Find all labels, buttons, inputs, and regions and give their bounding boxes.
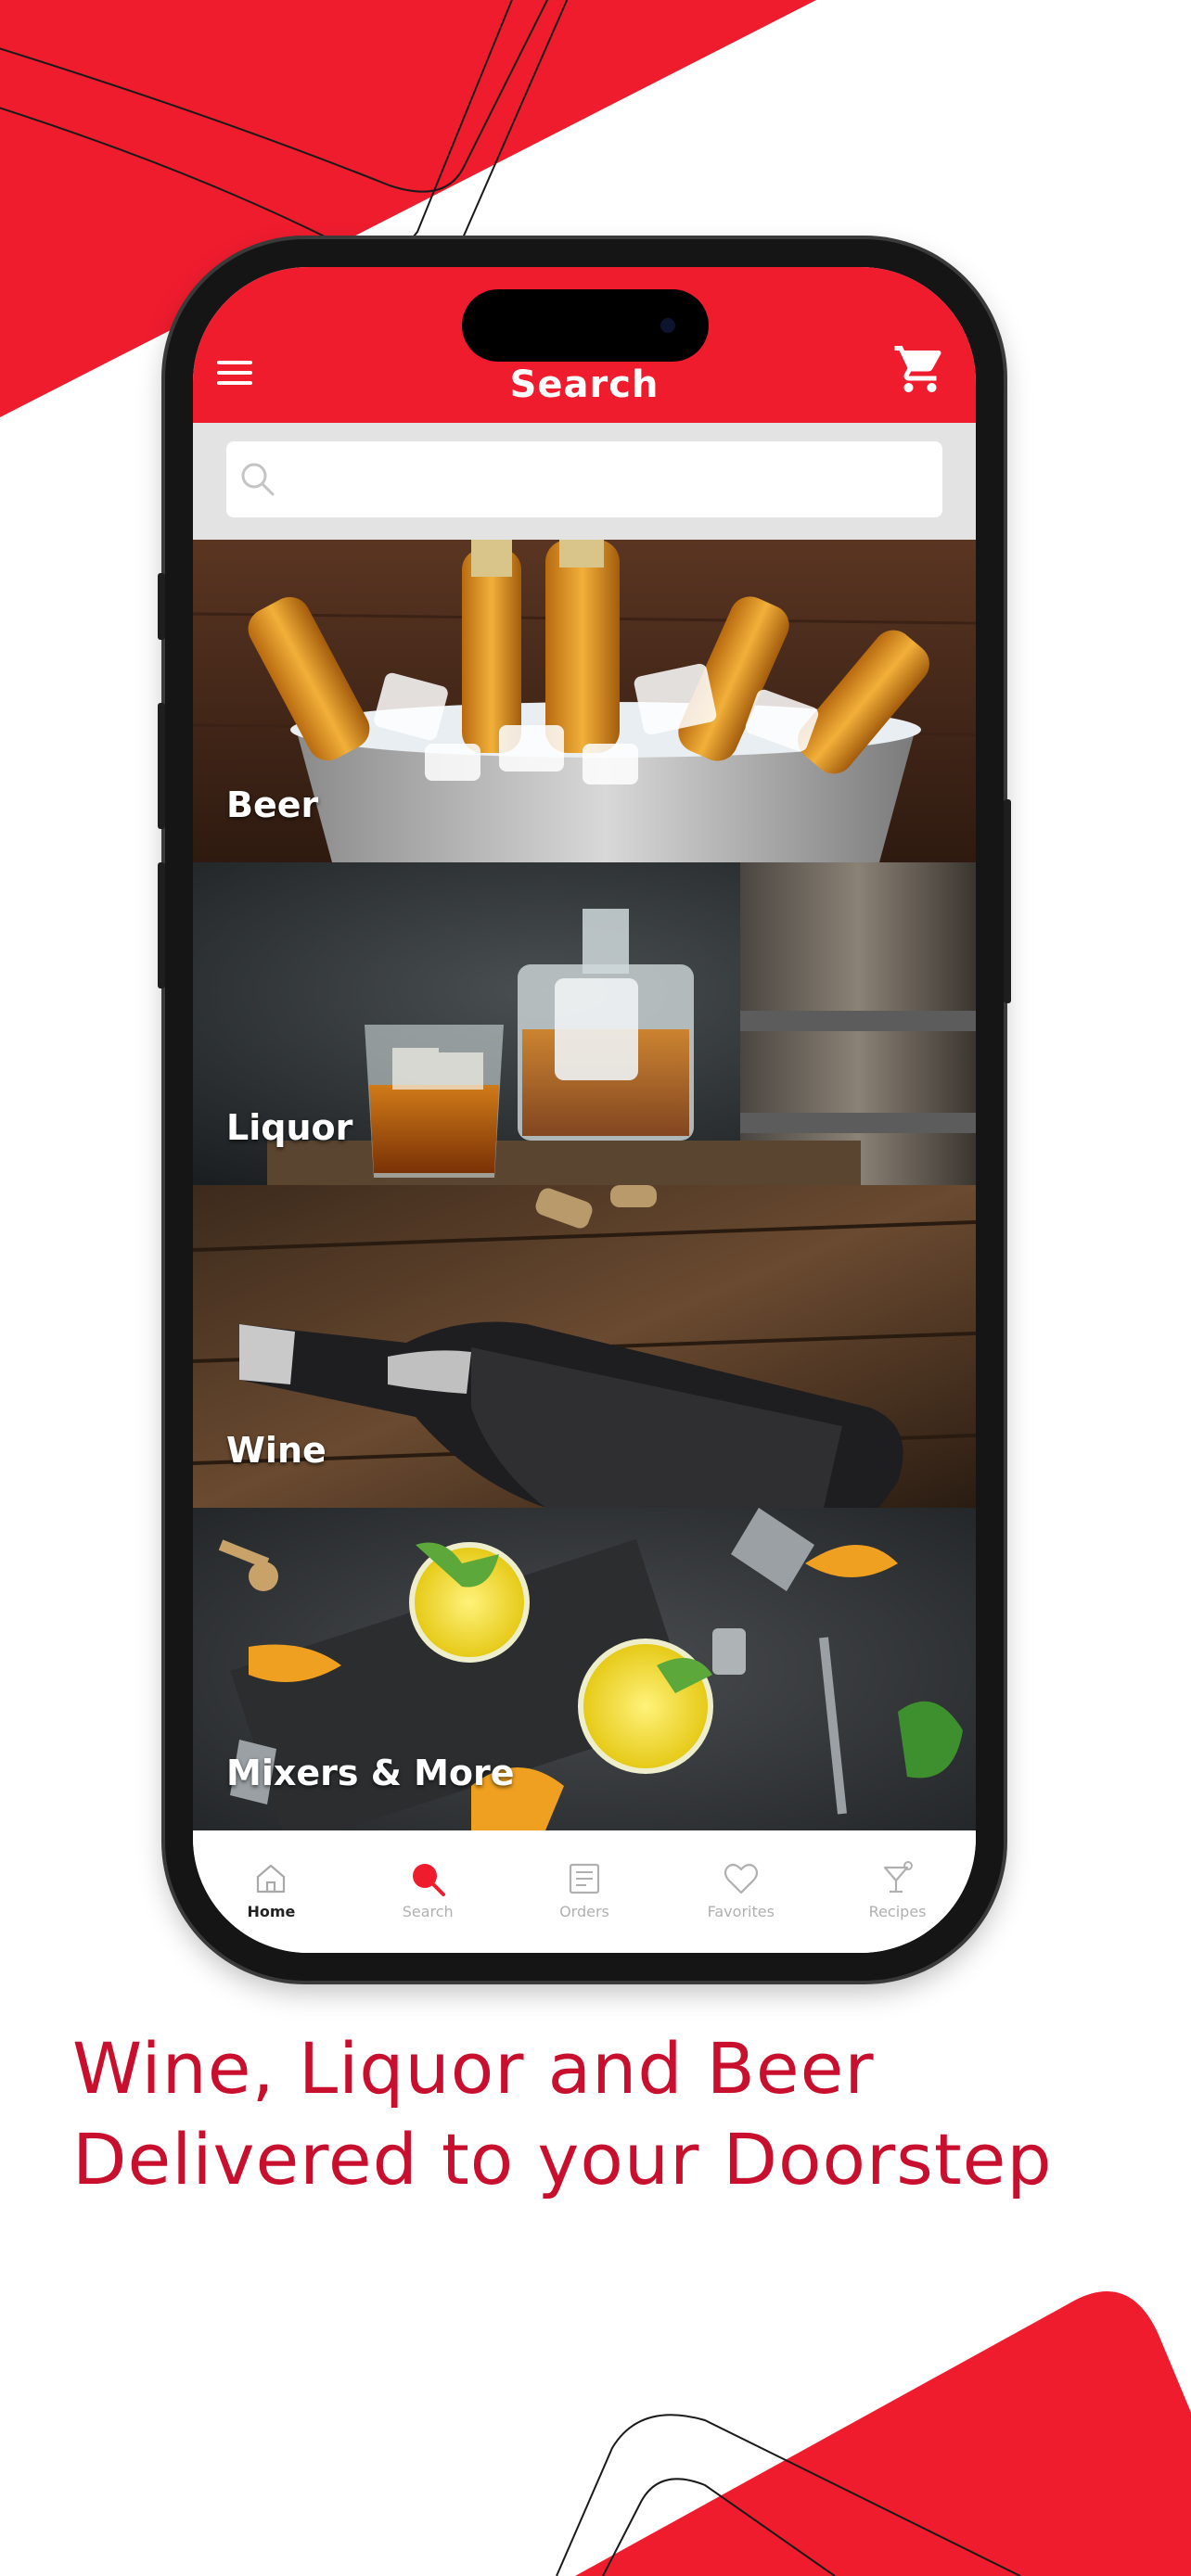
page-title: Search	[509, 363, 660, 406]
dynamic-island	[462, 289, 709, 362]
cocktail-glass-icon	[883, 1861, 913, 1894]
phone-volume-down-button	[158, 862, 165, 988]
orders-list-icon	[569, 1863, 600, 1894]
tab-label: Recipes	[868, 1903, 927, 1920]
tab-label: Home	[247, 1903, 296, 1920]
phone-frame: Search Beer Liquor Wine Mixers & More Ho…	[158, 239, 1011, 1981]
phone-action-button	[158, 573, 165, 640]
tagline-line-1: Wine, Liquor and Beer	[72, 2027, 875, 2110]
bottom-tab-bar: Home Search Orders Favorites Recipes	[193, 1830, 976, 1953]
phone-power-button	[1004, 799, 1011, 1003]
category-label: Mixers & More	[226, 1753, 515, 1793]
tab-home[interactable]: Home	[193, 1830, 350, 1953]
category-label: Beer	[226, 784, 319, 825]
category-liquor[interactable]: Liquor	[193, 862, 976, 1185]
phone-volume-up-button	[158, 703, 165, 829]
tab-label: Orders	[559, 1903, 609, 1920]
search-icon	[413, 1864, 446, 1896]
category-mixers-and-more[interactable]: Mixers & More	[193, 1508, 976, 1830]
app-screen: Search Beer Liquor Wine Mixers & More Ho…	[193, 267, 976, 1953]
tab-search[interactable]: Search	[350, 1830, 506, 1953]
search-box[interactable]	[226, 441, 942, 517]
search-input[interactable]	[288, 451, 942, 508]
shopping-cart-icon[interactable]	[892, 341, 948, 397]
tab-label: Search	[402, 1903, 454, 1920]
tab-orders[interactable]: Orders	[506, 1830, 663, 1953]
category-wine[interactable]: Wine	[193, 1185, 976, 1508]
tab-recipes[interactable]: Recipes	[819, 1830, 976, 1953]
search-bar-container	[193, 423, 976, 540]
magnifier-icon	[241, 463, 275, 496]
tab-label: Favorites	[707, 1903, 775, 1920]
category-beer[interactable]: Beer	[193, 540, 976, 862]
marketing-tagline: Wine, Liquor and Beer Delivered to your …	[72, 2023, 1053, 2205]
heart-icon	[724, 1863, 758, 1894]
tagline-line-2: Delivered to your Doorstep	[72, 2118, 1053, 2200]
category-label: Wine	[226, 1430, 327, 1471]
house-icon	[257, 1864, 286, 1894]
category-label: Liquor	[226, 1107, 353, 1148]
tab-favorites[interactable]: Favorites	[662, 1830, 819, 1953]
